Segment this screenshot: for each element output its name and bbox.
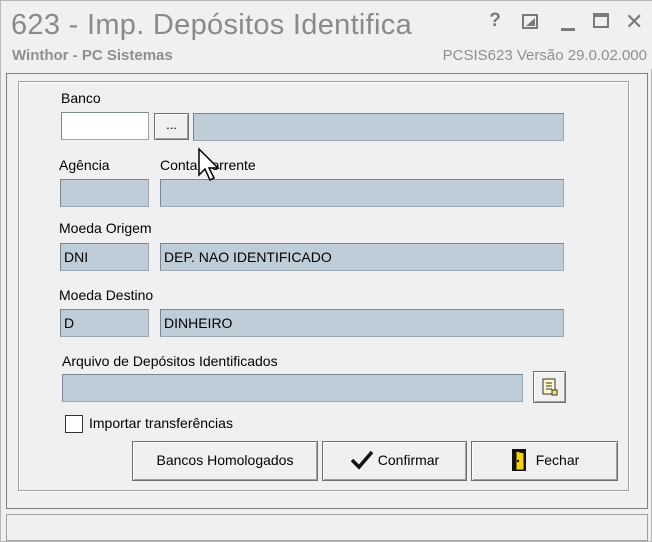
importar-transferencias-checkbox[interactable] — [65, 415, 83, 433]
window-title: 623 - Imp. Depósitos Identifica — [11, 9, 412, 41]
importar-transferencias-label[interactable]: Importar transferências — [89, 415, 233, 431]
maximize-button[interactable] — [593, 13, 609, 28]
bancos-homologados-button[interactable]: Bancos Homologados — [132, 441, 318, 481]
help-button[interactable]: ? — [483, 9, 507, 33]
conta-corrente-field — [160, 179, 564, 207]
agencia-label: Agência — [59, 157, 110, 173]
confirmar-button[interactable]: Confirmar — [322, 441, 467, 481]
moeda-destino-code: D — [60, 309, 149, 337]
close-button[interactable]: ✕ — [625, 9, 643, 35]
main-window: 623 - Imp. Depósitos Identifica Winthor … — [0, 0, 652, 542]
arquivo-path-field — [62, 374, 523, 402]
status-bar — [6, 514, 648, 541]
moeda-origem-description: DEP. NAO IDENTIFICADO — [160, 243, 564, 271]
app-name: Winthor - PC Sistemas — [12, 47, 173, 64]
fechar-label: Fechar — [535, 452, 580, 468]
restore-icon[interactable] — [522, 14, 538, 29]
checkmark-icon — [350, 450, 374, 470]
moeda-origem-label: Moeda Origem — [59, 220, 152, 236]
moeda-destino-description: DINHEIRO — [160, 309, 564, 337]
banco-label: Banco — [61, 90, 101, 106]
mouse-cursor-icon — [198, 147, 220, 182]
bancos-homologados-label: Bancos Homologados — [156, 452, 294, 468]
banco-code-input[interactable] — [61, 112, 149, 140]
arquivo-label: Arquivo de Depósitos Identificados — [62, 353, 278, 369]
arquivo-browse-button[interactable] — [533, 371, 566, 403]
confirmar-label: Confirmar — [377, 452, 440, 468]
version-info: PCSIS623 Versão 29.0.02.000 — [442, 47, 647, 64]
door-exit-icon — [511, 448, 526, 471]
title-bar[interactable]: 623 - Imp. Depósitos Identifica Winthor … — [1, 1, 652, 69]
moeda-origem-code: DNI — [60, 243, 149, 271]
banco-browse-button[interactable]: ... — [154, 113, 189, 140]
open-file-icon — [542, 378, 557, 396]
fechar-button[interactable]: Fechar — [471, 441, 618, 481]
minimize-button[interactable] — [561, 28, 575, 31]
agencia-field — [60, 179, 149, 207]
moeda-destino-label: Moeda Destino — [59, 287, 154, 303]
banco-name-field — [193, 113, 564, 141]
